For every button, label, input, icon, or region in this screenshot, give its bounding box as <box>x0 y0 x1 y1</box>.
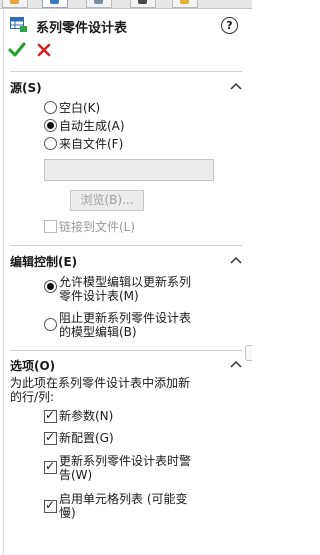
checkbox-enable-cell-list-label-line2: 慢) <box>59 506 76 520</box>
options-description-line2: 的行/列: <box>10 390 55 404</box>
design-table-icon <box>10 17 27 32</box>
tab-dimxpert-manager[interactable] <box>130 0 156 8</box>
property-manager-icon <box>50 0 59 4</box>
section-edit-control-header[interactable]: 编辑控制(E) <box>0 251 252 269</box>
page-title: 系列零件设计表 <box>36 21 128 36</box>
checkbox-new-parameters[interactable] <box>44 408 57 423</box>
checkbox-new-parameters-label: 新参数(N) <box>59 409 114 423</box>
ok-check-icon[interactable] <box>8 41 26 59</box>
radio-from-file[interactable] <box>44 137 57 150</box>
divider <box>10 71 242 72</box>
browse-button[interactable]: 浏览(B)... <box>70 190 144 211</box>
tab-property-manager[interactable] <box>42 0 68 8</box>
checkbox-warn-on-update-label-line1: 更新系列零件设计表时警 <box>59 454 192 468</box>
section-source-header[interactable]: 源(S) <box>0 77 252 95</box>
tab-strip <box>0 0 252 9</box>
link-to-file-label: 链接到文件(L) <box>59 220 136 234</box>
configuration-icon <box>94 0 103 4</box>
feature-manager-icon <box>10 0 19 4</box>
radio-blank[interactable] <box>44 101 57 114</box>
options-description-line1: 为此项在系列零件设计表中添加新 <box>10 376 191 390</box>
display-manager-icon <box>180 0 189 4</box>
dimxpert-icon <box>138 0 147 4</box>
chevron-up-icon[interactable] <box>230 81 242 91</box>
help-icon[interactable]: ? <box>221 17 238 34</box>
checkbox-enable-cell-list[interactable] <box>44 498 57 513</box>
divider <box>10 350 242 351</box>
radio-blank-label: 空白(K) <box>59 101 101 115</box>
radio-auto-create-label: 自动生成(A) <box>59 119 125 133</box>
panel-resize-grip[interactable] <box>245 345 252 361</box>
checkbox-warn-on-update-label-line2: 告(W) <box>59 468 93 482</box>
checkbox-new-configurations-label: 新配置(G) <box>59 431 114 445</box>
checkbox-enable-cell-list-label-line1: 启用单元格列表 (可能变 <box>59 492 188 506</box>
radio-allow-model-edits-label-line2: 零件设计表(M) <box>59 289 139 303</box>
radio-block-model-edits-label-line2: 的模型编辑(B) <box>59 325 137 339</box>
section-edit-control-title: 编辑控制(E) <box>10 255 78 269</box>
checkbox-warn-on-update[interactable] <box>44 459 57 474</box>
file-path-input[interactable] <box>44 159 214 181</box>
chevron-up-icon[interactable] <box>230 255 242 265</box>
panel-header: 系列零件设计表 ? <box>10 15 242 37</box>
tab-display-manager[interactable] <box>172 0 198 8</box>
chevron-up-icon[interactable] <box>230 359 242 369</box>
radio-allow-model-edits-label-line1: 允许模型编辑以更新系列 <box>59 275 192 289</box>
radio-allow-model-edits[interactable] <box>44 280 57 293</box>
section-source-title: 源(S) <box>10 81 42 95</box>
tab-feature-manager[interactable] <box>2 0 28 8</box>
divider <box>10 245 242 246</box>
section-options-title: 选项(O) <box>10 359 56 373</box>
radio-block-model-edits-label-line1: 阻止更新系列零件设计表 <box>59 311 192 325</box>
tab-configuration-manager[interactable] <box>86 0 112 8</box>
section-options-header[interactable]: 选项(O) <box>0 355 252 373</box>
radio-from-file-label: 来自文件(F) <box>59 137 124 151</box>
radio-auto-create[interactable] <box>44 119 57 132</box>
cancel-close-icon[interactable] <box>36 42 52 58</box>
checkbox-new-configurations[interactable] <box>44 430 57 445</box>
radio-block-model-edits[interactable] <box>44 318 57 331</box>
link-to-file-checkbox[interactable] <box>44 220 57 233</box>
